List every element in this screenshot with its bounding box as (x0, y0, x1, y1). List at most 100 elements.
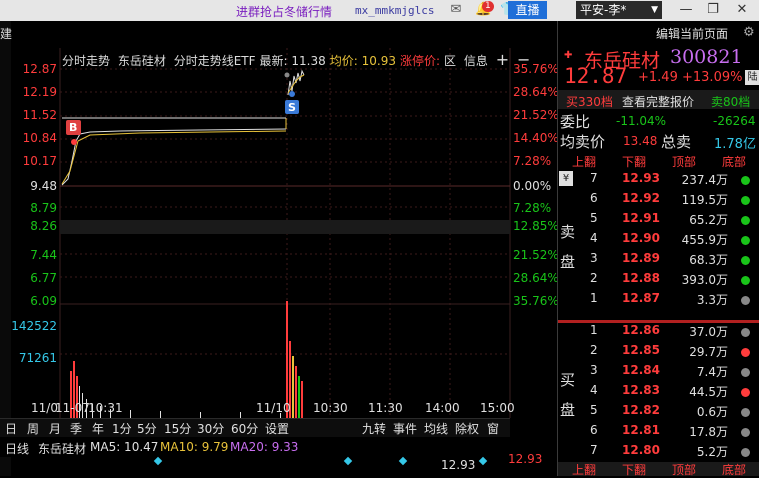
zoom-in-icon[interactable]: + (496, 50, 509, 69)
settings-button[interactable]: 设置 (265, 420, 289, 437)
kline-right-price: 12.93 (508, 452, 543, 466)
bid-row[interactable]: 6 12.81 17.8万 (558, 423, 759, 443)
period-month[interactable]: 月 (49, 420, 61, 437)
live-button[interactable]: 直播 (508, 1, 547, 19)
ask-price: 12.92 (622, 191, 660, 205)
ask-row[interactable]: 1 12.87 3.3万 (558, 291, 759, 311)
buy-marker[interactable]: B (69, 121, 77, 134)
period-60min[interactable]: 60分 (231, 420, 258, 437)
ask-level: 7 (590, 171, 598, 185)
full-quote-button[interactable]: 查看完整报价 (622, 93, 694, 110)
notification-badge: 1 (482, 1, 494, 12)
time-tick: 10:30 (313, 401, 348, 415)
ask-price: 12.91 (622, 211, 660, 225)
avg-value: 10.93 (361, 54, 396, 68)
period-week[interactable]: 周 (27, 420, 39, 437)
pct-tick: 7.28% (513, 154, 552, 168)
edit-page-button[interactable]: 编辑当前页面 (656, 25, 728, 42)
page-up-button[interactable]: 上翻 (572, 153, 596, 170)
period-day[interactable]: 日 (5, 420, 17, 437)
wei-label: 委比 (560, 113, 591, 131)
bid-row[interactable]: 3 12.84 7.4万 (558, 363, 759, 383)
bottom-bottom[interactable]: 底部 (722, 461, 746, 478)
ma-button[interactable]: 均线 (424, 420, 448, 437)
kline-strip[interactable] (150, 455, 495, 467)
bid-price: 12.84 (622, 363, 660, 377)
ma-stock-name: 东岳硅材 (38, 442, 87, 456)
favorite-icon[interactable]: ✚ (564, 50, 572, 61)
ask-row[interactable]: 4 12.90 455.9万 (558, 231, 759, 251)
minimize-icon[interactable]: — (673, 1, 699, 19)
price-tick: 7.44 (30, 248, 57, 262)
ask-row[interactable]: 6 12.92 119.5万 (558, 191, 759, 211)
pct-tick: 35.76% (513, 294, 559, 308)
restore-icon[interactable]: ❐ (700, 1, 726, 19)
bid-row[interactable]: 4 12.83 44.5万 (558, 383, 759, 403)
promo-link[interactable]: 进群抢占冬储行情 (236, 3, 332, 20)
info-button[interactable]: 信息 (464, 54, 488, 68)
ask-status-dot (741, 216, 750, 225)
ask-row[interactable]: 7 12.93 237.4万 (558, 171, 759, 191)
price-line-day2 (287, 69, 305, 96)
ask-level: 3 (590, 251, 598, 265)
pct-tick: 28.64% (513, 271, 559, 285)
latest-label: 最新: (259, 54, 288, 68)
period-5min[interactable]: 5分 (137, 420, 157, 437)
bid-volume: 29.7万 (689, 345, 728, 359)
nine-turn-button[interactable]: 九转 (362, 420, 386, 437)
interval-button[interactable]: 区 (444, 54, 456, 68)
exright-button[interactable]: 除权 (455, 420, 479, 437)
ask-status-dot (741, 276, 750, 285)
limit-label: 涨停价: (399, 54, 441, 68)
ask-level: 6 (590, 191, 598, 205)
ma10-value: MA10: 9.79 (160, 440, 229, 454)
bottom-page-down[interactable]: 下翻 (622, 461, 646, 478)
window-button[interactable]: 窗 (487, 420, 499, 437)
bid-price: 12.85 (622, 343, 660, 357)
bid-status-dot (741, 388, 750, 397)
price-tick: 8.79 (30, 201, 57, 215)
username-label[interactable]: mx_mmkmjglcs (355, 4, 434, 17)
total-sell-label: 总卖 (661, 133, 692, 151)
account-select[interactable]: 平安-李* ▼ (576, 1, 662, 19)
period-30min[interactable]: 30分 (197, 420, 224, 437)
bid-row[interactable]: 5 12.82 0.6万 (558, 403, 759, 423)
bid-row[interactable]: 1 12.86 37.0万 (558, 323, 759, 343)
ask-volume: 68.3万 (689, 253, 728, 267)
bid-row[interactable]: 7 12.80 5.2万 (558, 443, 759, 463)
bid-level: 6 (590, 423, 598, 437)
period-1min[interactable]: 1分 (112, 420, 132, 437)
mail-icon[interactable]: ✉ (448, 2, 464, 18)
chart-title: 分时走势 (62, 54, 111, 68)
gear-icon[interactable]: ⚙ (743, 25, 755, 40)
bottom-button[interactable]: 底部 (722, 153, 746, 170)
bottom-page-up[interactable]: 上翻 (572, 461, 596, 478)
event-button[interactable]: 事件 (393, 420, 417, 437)
ask-volume: 393.0万 (681, 273, 728, 287)
bid-level: 2 (590, 343, 598, 357)
ask-volume: 455.9万 (681, 233, 728, 247)
intraday-chart[interactable] (0, 21, 557, 418)
bid-status-dot (741, 328, 750, 337)
top-button[interactable]: 顶部 (672, 153, 696, 170)
close-icon[interactable]: ✕ (729, 1, 755, 19)
sell-marker[interactable]: S (288, 101, 296, 114)
ask-row[interactable]: 2 12.88 393.0万 (558, 271, 759, 291)
period-quarter[interactable]: 季 (70, 420, 82, 437)
bottom-top[interactable]: 顶部 (672, 461, 696, 478)
chart-etf-label: 分时走势线ETF (173, 54, 256, 68)
ask-price: 12.93 (622, 171, 660, 185)
chevron-down-icon: ▼ (651, 5, 658, 15)
pct-tick: 7.28% (513, 201, 552, 215)
ask-level: 1 (590, 291, 598, 305)
price-tick: 8.26 (30, 219, 57, 233)
period-15min[interactable]: 15分 (164, 420, 191, 437)
ask-row[interactable]: 5 12.91 65.2万 (558, 211, 759, 231)
time-tick: 11/0 (31, 401, 58, 415)
bid-row[interactable]: 2 12.85 29.7万 (558, 343, 759, 363)
ask-row[interactable]: 3 12.89 68.3万 (558, 251, 759, 271)
page-down-button[interactable]: 下翻 (622, 153, 646, 170)
period-year[interactable]: 年 (92, 420, 104, 437)
buy-depth-tab[interactable]: 卖80档 (711, 93, 750, 110)
sell-depth-tab[interactable]: 买330档 (566, 93, 613, 110)
